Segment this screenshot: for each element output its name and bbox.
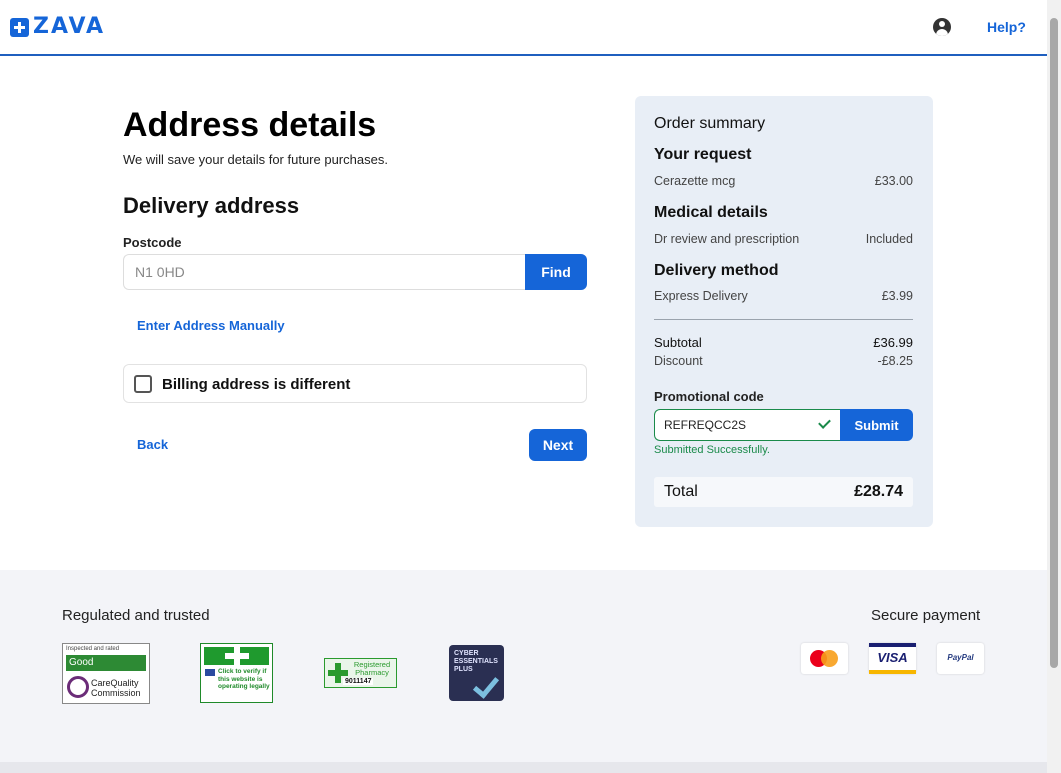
delivery-price: £3.99	[881, 289, 913, 303]
request-row: Cerazette mcg £33.00	[654, 174, 913, 188]
medical-heading: Medical details	[654, 204, 768, 221]
request-heading: Your request	[654, 146, 752, 163]
total-value: £28.74	[854, 483, 903, 500]
enter-address-manually-link[interactable]: Enter Address Manually	[137, 318, 285, 333]
visa-logo: VISA	[869, 643, 916, 674]
zava-logo[interactable]: ZAVA	[10, 16, 105, 38]
delivery-item: Express Delivery	[654, 289, 748, 303]
account-icon[interactable]	[933, 18, 951, 36]
gphc-text: Click to verify if this website is opera…	[218, 668, 270, 690]
discount-label: Discount	[654, 354, 703, 368]
medical-row: Dr review and prescription Included	[654, 232, 913, 246]
request-item: Cerazette mcg	[654, 174, 736, 188]
medical-item: Dr review and prescription	[654, 232, 800, 246]
postcode-input[interactable]	[123, 254, 526, 290]
cqc-rating: Good	[66, 655, 146, 671]
page-scrollbar[interactable]	[1047, 0, 1061, 773]
subtotal-row: Subtotal £36.99	[654, 335, 913, 350]
cqc-badge[interactable]: Inspected and rated Good CareQuality Comm…	[62, 643, 150, 704]
secure-payment-title: Secure payment	[871, 607, 981, 624]
tick-icon	[472, 671, 500, 699]
request-price: £33.00	[874, 174, 913, 188]
subtotal-label: Subtotal	[654, 335, 702, 350]
back-link[interactable]: Back	[137, 437, 168, 452]
next-button[interactable]: Next	[529, 429, 587, 461]
paypal-logo: PayPal	[937, 643, 984, 674]
promo-code-input[interactable]	[654, 409, 840, 441]
regulated-title: Regulated and trusted	[62, 607, 210, 624]
scrollbar-thumb[interactable]	[1050, 18, 1058, 668]
help-link[interactable]: Help?	[987, 19, 1026, 35]
discount-row: Discount -£8.25	[654, 354, 913, 368]
promo-label: Promotional code	[654, 389, 764, 404]
order-summary: Order summary Your request Cerazette mcg…	[635, 96, 933, 527]
discount-value: -£8.25	[877, 354, 913, 368]
billing-label: Billing address is different	[162, 376, 351, 393]
delivery-row: Express Delivery £3.99	[654, 289, 913, 303]
gphc-verify-badge[interactable]: Click to verify if this website is opera…	[200, 643, 273, 703]
find-button[interactable]: Find	[525, 254, 587, 290]
delivery-address-title: Delivery address	[123, 193, 300, 218]
page-title: Address details	[123, 106, 377, 144]
delivery-heading: Delivery method	[654, 262, 779, 279]
promo-status: Submitted Successfully.	[654, 444, 770, 456]
uk-flag-icon	[205, 669, 215, 676]
page-subtitle: We will save your details for future pur…	[123, 152, 388, 167]
site-footer: Regulated and trusted Secure payment Ins…	[0, 570, 1047, 762]
site-header: ZAVA Help?	[0, 0, 1047, 56]
subtotal-value: £36.99	[873, 335, 913, 350]
summary-title: Order summary	[654, 115, 766, 132]
pharmacy-text: Registered Pharmacy	[353, 660, 391, 677]
cqc-name-line2: Commission	[91, 688, 141, 698]
plus-icon	[10, 17, 29, 37]
total-bar: Total £28.74	[654, 477, 913, 507]
summary-divider	[654, 319, 913, 320]
medical-price: Included	[865, 232, 913, 246]
checkmark-icon	[818, 416, 832, 430]
billing-checkbox[interactable]	[134, 375, 152, 393]
registered-pharmacy-badge[interactable]: Registered Pharmacy 9011147	[324, 658, 397, 688]
total-label: Total	[664, 483, 698, 500]
logo-text: ZAVA	[33, 14, 106, 39]
footer-bottom-bar	[0, 762, 1047, 773]
cqc-logo-icon	[67, 676, 89, 698]
cyber-text: CYBER ESSENTIALS PLUS	[454, 650, 498, 673]
cqc-small-text: Inspected and rated	[66, 646, 120, 652]
billing-address-toggle[interactable]: Billing address is different	[123, 364, 587, 403]
mastercard-logo	[801, 643, 848, 674]
postcode-label: Postcode	[123, 235, 182, 250]
promo-submit-button[interactable]: Submit	[840, 409, 913, 441]
green-cross-icon	[234, 647, 240, 665]
cqc-name-line1: CareQuality	[91, 678, 139, 688]
cyber-essentials-badge[interactable]: CYBER ESSENTIALS PLUS	[449, 645, 504, 701]
pharmacy-number: 9011147	[343, 678, 374, 685]
